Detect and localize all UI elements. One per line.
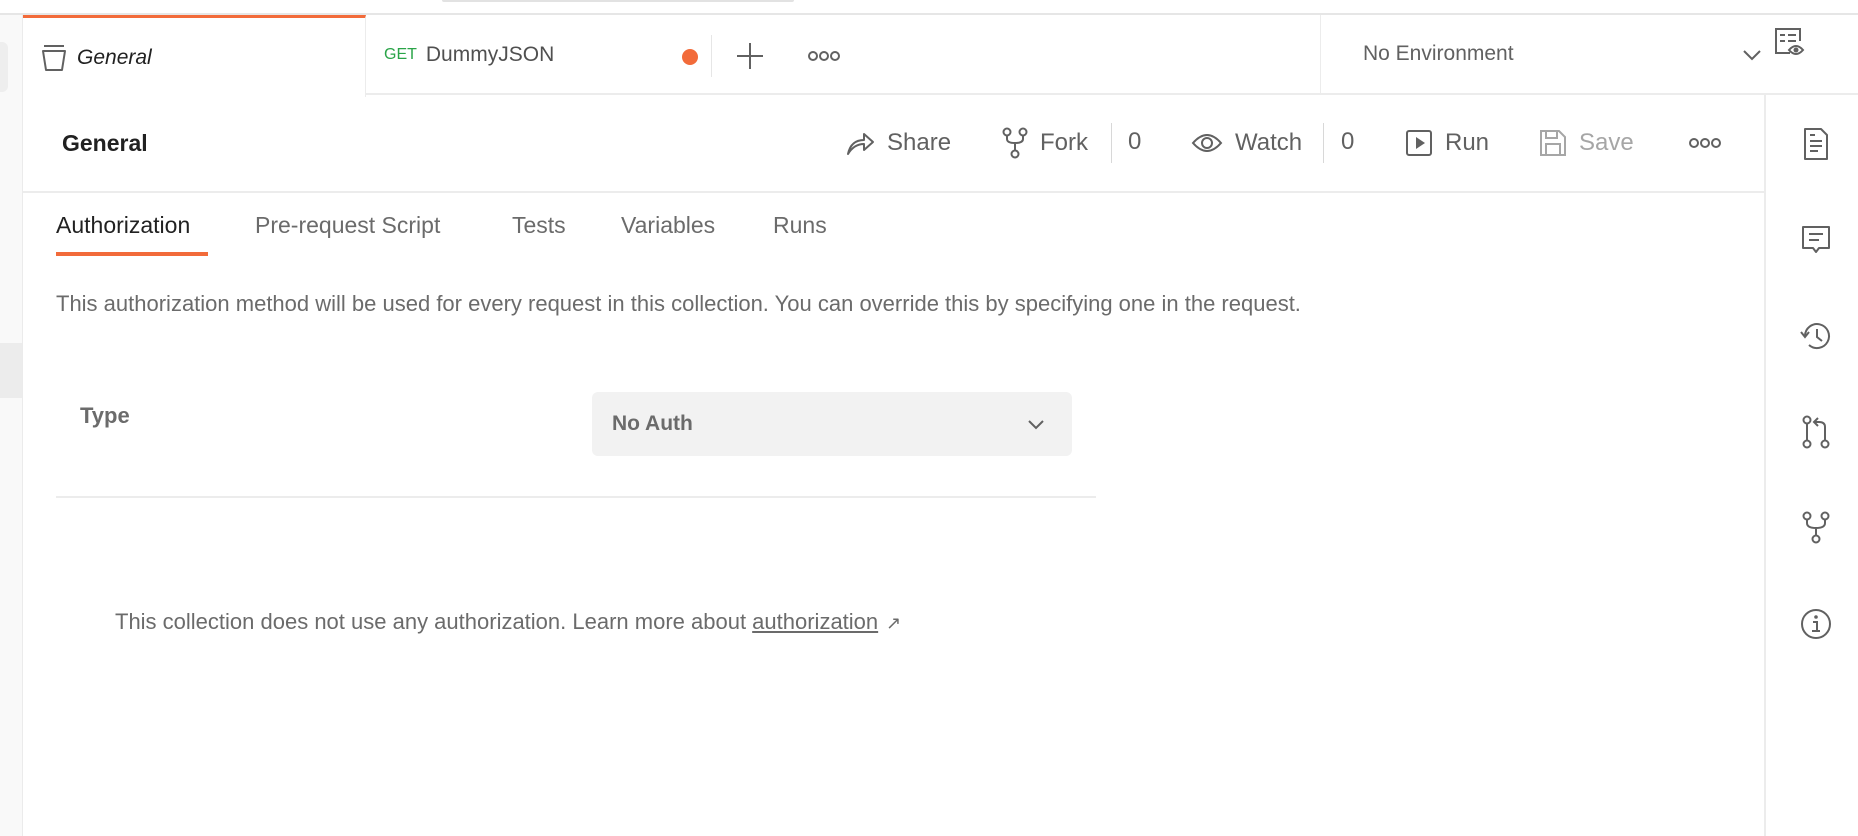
documentation-button[interactable] xyxy=(1800,127,1832,161)
tab-authorization[interactable]: Authorization xyxy=(56,212,190,239)
left-sidebar-edge[interactable] xyxy=(0,15,23,836)
forks-icon xyxy=(1802,511,1830,544)
share-label: Share xyxy=(887,129,952,156)
authorization-description: This authorization method will be used f… xyxy=(56,291,1301,316)
tab-pre-request-script[interactable]: Pre-request Script xyxy=(255,212,440,239)
authorization-docs-link[interactable]: authorization xyxy=(752,609,878,634)
section-divider xyxy=(56,496,1096,498)
tab-dummyjson[interactable]: GET DummyJSON xyxy=(366,15,732,95)
fork-button[interactable]: Fork xyxy=(1002,125,1088,161)
tab-runs[interactable]: Runs xyxy=(773,212,827,239)
pull-requests-button[interactable] xyxy=(1800,415,1832,449)
fork-count-divider xyxy=(1111,123,1112,163)
external-link-icon: ↗ xyxy=(886,613,902,633)
save-button[interactable]: Save xyxy=(1539,125,1634,161)
ellipsis-icon xyxy=(808,51,840,61)
tab-general[interactable]: General xyxy=(23,15,366,97)
collection-more-button[interactable] xyxy=(1689,125,1721,161)
request-method-badge: GET xyxy=(384,46,417,63)
fork-count[interactable]: 0 xyxy=(1128,128,1141,156)
left-sidebar-selected-item[interactable] xyxy=(0,343,22,398)
new-tab-button[interactable] xyxy=(735,41,765,71)
fork-icon xyxy=(1002,127,1028,159)
auth-type-value: No Auth xyxy=(612,412,693,435)
save-icon xyxy=(1539,129,1567,157)
chevron-down-icon xyxy=(1026,418,1046,432)
unsaved-changes-indicator xyxy=(682,49,698,65)
page-title: General xyxy=(62,130,148,156)
watch-label: Watch xyxy=(1235,129,1303,156)
environment-quick-look-button[interactable] xyxy=(1773,26,1805,58)
eye-icon xyxy=(1191,131,1223,155)
environment-selected: No Environment xyxy=(1363,42,1514,65)
tab-variables[interactable]: Variables xyxy=(621,212,715,239)
collection-header: General Share Fork 0 Watch 0 Run Save xyxy=(23,95,1764,193)
tab-tests[interactable]: Tests xyxy=(512,212,566,239)
watch-button[interactable]: Watch xyxy=(1191,125,1302,161)
ellipsis-icon xyxy=(1689,138,1721,148)
save-label: Save xyxy=(1579,129,1634,156)
note-text: This collection does not use any authori… xyxy=(115,609,753,634)
tab-label: DummyJSON xyxy=(425,43,555,66)
pull-requests-icon xyxy=(1802,415,1830,449)
run-button[interactable]: Run xyxy=(1405,125,1489,161)
environment-selector[interactable]: No Environment xyxy=(1320,15,1763,95)
documentation-icon xyxy=(1804,128,1828,160)
info-button[interactable] xyxy=(1800,607,1832,641)
auth-type-select[interactable]: No Auth xyxy=(592,392,1072,456)
window-top-strip xyxy=(0,0,1858,15)
left-sidebar-item[interactable] xyxy=(0,42,8,92)
collection-icon xyxy=(41,44,67,72)
comments-button[interactable] xyxy=(1800,223,1832,257)
share-icon xyxy=(845,129,875,157)
info-icon xyxy=(1801,609,1831,639)
changelog-button[interactable] xyxy=(1800,319,1832,353)
top-strip-shadow xyxy=(442,0,794,2)
active-tab-indicator xyxy=(56,252,208,256)
auth-type-label: Type xyxy=(80,403,130,428)
right-sidebar xyxy=(1764,95,1858,836)
plus-icon xyxy=(737,43,763,69)
watch-count-divider xyxy=(1323,123,1324,163)
no-auth-note: This collection does not use any authori… xyxy=(115,609,901,635)
changelog-icon xyxy=(1800,323,1830,350)
tab-bar: General GET DummyJSON No Environment xyxy=(23,15,1858,97)
share-button[interactable]: Share xyxy=(845,125,951,161)
tab-label: General xyxy=(77,45,152,69)
run-icon xyxy=(1405,129,1433,157)
tab-divider xyxy=(711,35,712,77)
environment-quick-look-icon xyxy=(1775,28,1805,55)
chevron-down-icon xyxy=(1741,47,1763,63)
comments-icon xyxy=(1802,226,1830,253)
forks-button[interactable] xyxy=(1800,511,1832,545)
watch-count[interactable]: 0 xyxy=(1341,128,1354,156)
run-label: Run xyxy=(1445,129,1490,156)
tabs-more-button[interactable] xyxy=(808,49,840,63)
fork-label: Fork xyxy=(1040,129,1088,156)
